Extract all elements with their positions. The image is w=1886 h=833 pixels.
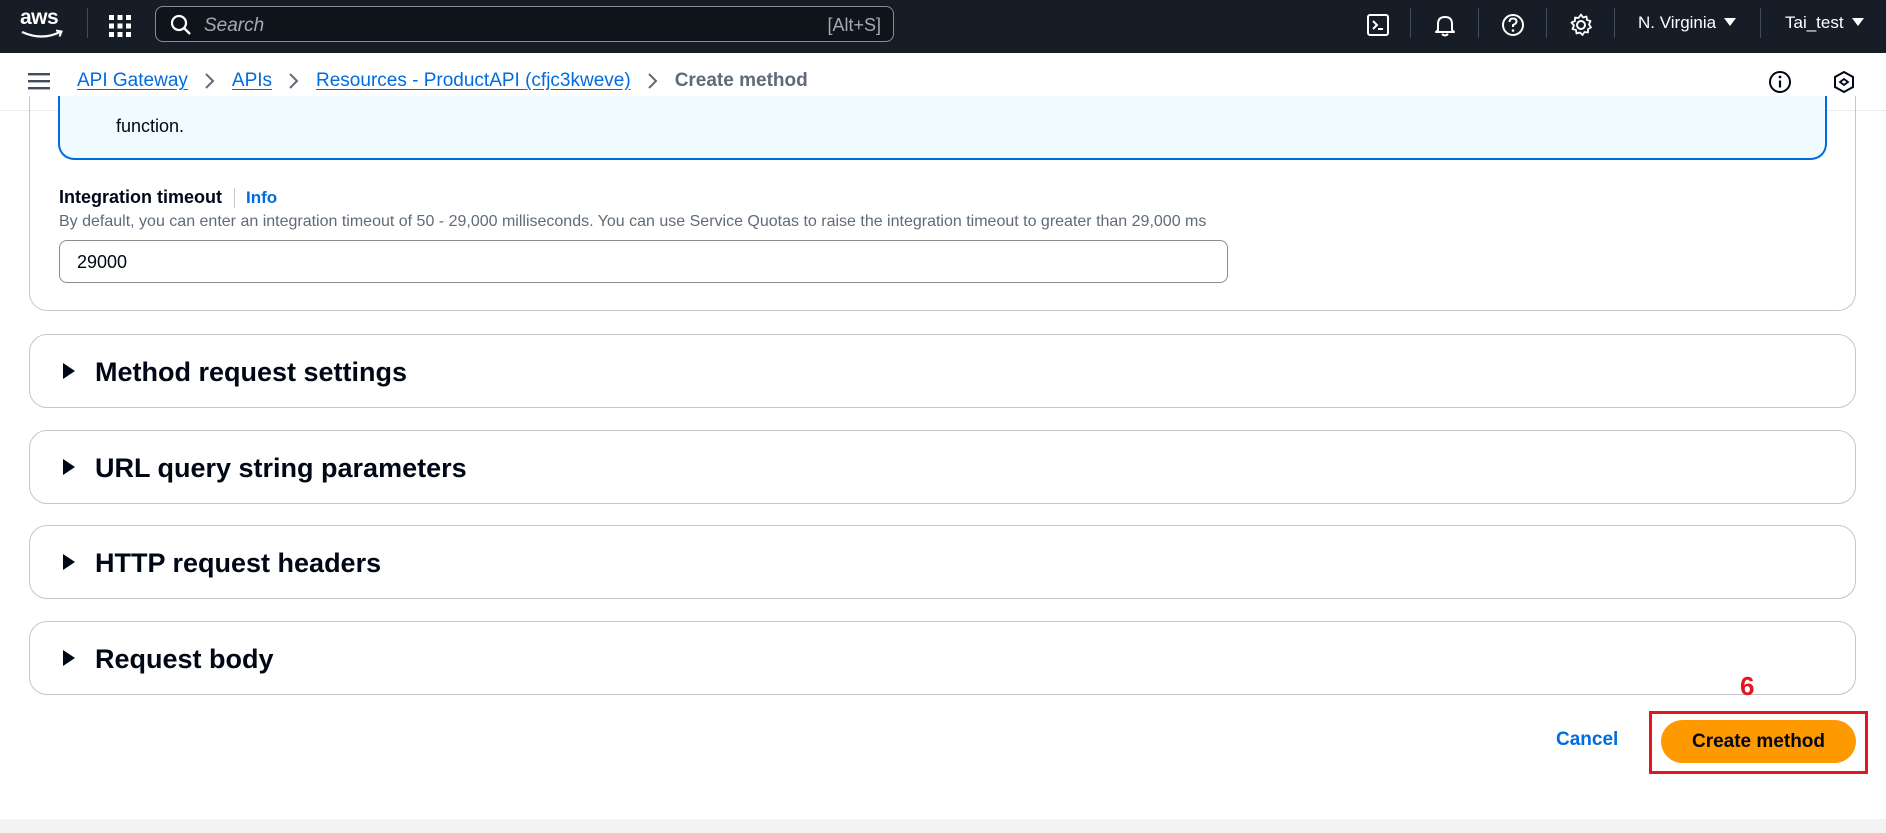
account-label: Tai_test [1785,13,1844,32]
aws-logo-text: aws [20,6,59,29]
breadcrumb-apis[interactable]: APIs [232,70,272,92]
breadcrumb: API Gateway APIs Resources - ProductAPI … [77,70,808,92]
caret-down-icon [1851,18,1864,26]
expand-caret-icon [63,363,75,379]
expand-caret-icon [63,650,75,666]
cancel-button[interactable]: Cancel [1556,729,1618,751]
menu-hamburger-icon[interactable] [28,71,50,91]
region-label: N. Virginia [1638,13,1717,32]
chevron-right-icon [647,73,658,89]
search-input[interactable]: Search [Alt+S] [155,6,894,42]
nav-divider [1410,8,1411,38]
search-placeholder: Search [204,15,265,36]
nav-divider [1546,8,1547,38]
expand-caret-icon [63,554,75,570]
integration-timeout-description: By default, you can enter an integration… [59,213,1207,230]
nav-divider [1614,8,1615,38]
breadcrumb-resources[interactable]: Resources - ProductAPI (cfjc3kweve) [316,70,631,92]
breadcrumb-api-gateway[interactable]: API Gateway [77,70,188,92]
settings-gear-icon[interactable] [1568,12,1594,38]
section-http-request-headers[interactable]: HTTP request headers [29,525,1856,599]
cloudshell-icon[interactable] [1365,12,1391,38]
notifications-bell-icon[interactable] [1432,12,1458,38]
section-request-body[interactable]: Request body [29,621,1856,695]
annotation-step-number: 6 [1740,671,1755,701]
aws-smile-icon [21,29,63,38]
section-method-request-settings[interactable]: Method request settings [29,334,1856,408]
input-value: 29000 [77,252,128,272]
hexagon-feedback-icon[interactable] [1832,70,1856,94]
label-divider [234,187,235,208]
annotation-highlight-box [1649,711,1868,774]
region-selector[interactable]: N. Virginia [1638,13,1737,33]
chevron-right-icon [289,73,299,89]
section-title: URL query string parameters [95,453,467,483]
info-link[interactable]: Info [246,188,277,208]
expand-caret-icon [63,459,75,475]
integration-timeout-label: Integration timeout Info [59,187,277,208]
account-menu[interactable]: Tai_test [1785,13,1864,33]
aws-logo[interactable]: aws [20,6,66,40]
nav-divider [87,8,88,38]
section-title: HTTP request headers [95,548,382,578]
page-footer [0,819,1886,833]
section-url-query-string-parameters[interactable]: URL query string parameters [29,430,1856,504]
integration-timeout-input[interactable]: 29000 [59,240,1228,283]
search-icon [170,14,191,35]
field-label-text: Integration timeout [59,187,222,207]
top-navigation: aws Search [Alt+S] N. Virginia Tai_test [0,0,1886,53]
nav-divider [1760,8,1761,38]
caret-down-icon [1724,18,1737,26]
services-grid-icon[interactable] [108,14,132,38]
info-icon[interactable] [1768,70,1792,94]
alert-text: function. [116,116,185,136]
nav-divider [1478,8,1479,38]
section-title: Request body [95,644,274,674]
info-alert: function. [58,96,1827,160]
search-shortcut: [Alt+S] [827,15,881,35]
help-icon[interactable] [1500,12,1526,38]
section-title: Method request settings [95,357,408,387]
chevron-right-icon [205,73,215,89]
breadcrumb-current: Create method [674,70,808,91]
